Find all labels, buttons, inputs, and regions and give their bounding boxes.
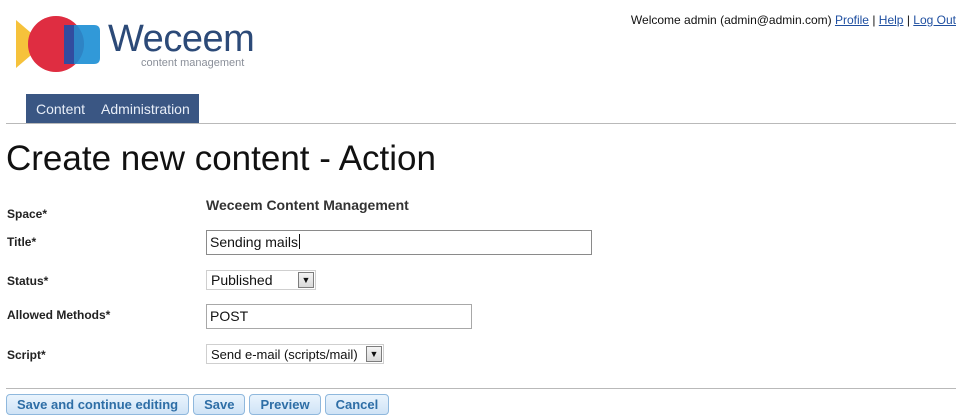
status-selected-value: Published xyxy=(211,272,273,288)
allowed-methods-value: POST xyxy=(210,308,249,324)
logo-title: Weceem xyxy=(108,18,255,60)
help-link[interactable]: Help xyxy=(879,13,904,27)
script-label: Script* xyxy=(7,348,46,362)
status-label: Status* xyxy=(7,274,49,288)
separator: | xyxy=(872,13,876,27)
main-nav: Content Administration xyxy=(26,94,199,123)
nav-item-content[interactable]: Content xyxy=(36,101,85,117)
weceem-logo-icon xyxy=(16,16,100,72)
space-value: Weceem Content Management xyxy=(206,197,409,213)
allowed-methods-input[interactable]: POST xyxy=(206,304,472,329)
preview-button[interactable]: Preview xyxy=(249,394,321,415)
text-caret xyxy=(298,234,300,249)
title-input-value: Sending mails xyxy=(210,234,298,250)
logo-subtitle: content management xyxy=(141,57,245,69)
save-button[interactable]: Save xyxy=(193,394,246,415)
script-selected-value: Send e-mail (scripts/mail) xyxy=(211,346,358,362)
title-label: Title* xyxy=(7,235,37,249)
allowed-methods-label: Allowed Methods* xyxy=(7,308,111,322)
separator: | xyxy=(906,13,910,27)
save-and-continue-button[interactable]: Save and continue editing xyxy=(6,394,190,415)
profile-link[interactable]: Profile xyxy=(835,13,869,27)
status-select[interactable]: Published ▼ xyxy=(206,270,316,290)
user-bar: Welcome admin (admin@admin.com) Profile … xyxy=(631,13,956,27)
logout-link[interactable]: Log Out xyxy=(913,13,956,27)
divider xyxy=(6,388,956,389)
page-title: Create new content - Action xyxy=(6,139,436,178)
chevron-down-icon[interactable]: ▼ xyxy=(366,346,382,362)
form-actions: Save and continue editing Save Preview C… xyxy=(6,394,393,415)
title-input[interactable]: Sending mails xyxy=(206,230,592,255)
script-select[interactable]: Send e-mail (scripts/mail) ▼ xyxy=(206,344,384,364)
space-label: Space* xyxy=(7,207,48,221)
logo[interactable]: Weceem content management xyxy=(14,14,259,76)
nav-item-administration[interactable]: Administration xyxy=(101,101,190,117)
divider xyxy=(6,123,956,124)
chevron-down-icon[interactable]: ▼ xyxy=(298,272,314,288)
welcome-text: Welcome admin (admin@admin.com) xyxy=(630,13,832,27)
cancel-button[interactable]: Cancel xyxy=(324,394,390,415)
